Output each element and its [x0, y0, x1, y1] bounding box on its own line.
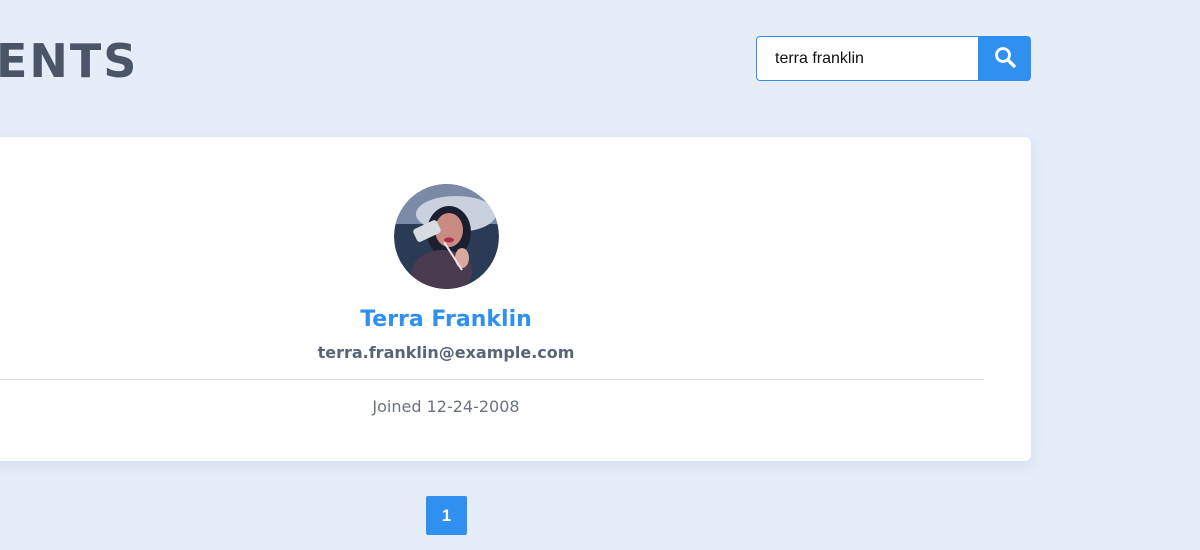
avatar	[394, 184, 499, 289]
user-email: terra.franklin@example.com	[317, 343, 575, 362]
user-card: Terra Franklin terra.franklin@example.co…	[0, 137, 1031, 461]
search-button[interactable]	[978, 36, 1031, 81]
search-box	[756, 36, 1031, 81]
search-icon	[993, 45, 1017, 72]
page-title: ENTS	[0, 34, 139, 88]
joined-date: Joined 12-24-2008	[372, 397, 520, 416]
divider	[0, 379, 984, 380]
page: ENTS terra franklin Terra Franklin terra…	[0, 0, 1200, 550]
pagination-page-1[interactable]: 1	[426, 496, 467, 535]
user-name[interactable]: Terra Franklin	[0, 307, 902, 332]
search-input[interactable]	[756, 36, 978, 81]
